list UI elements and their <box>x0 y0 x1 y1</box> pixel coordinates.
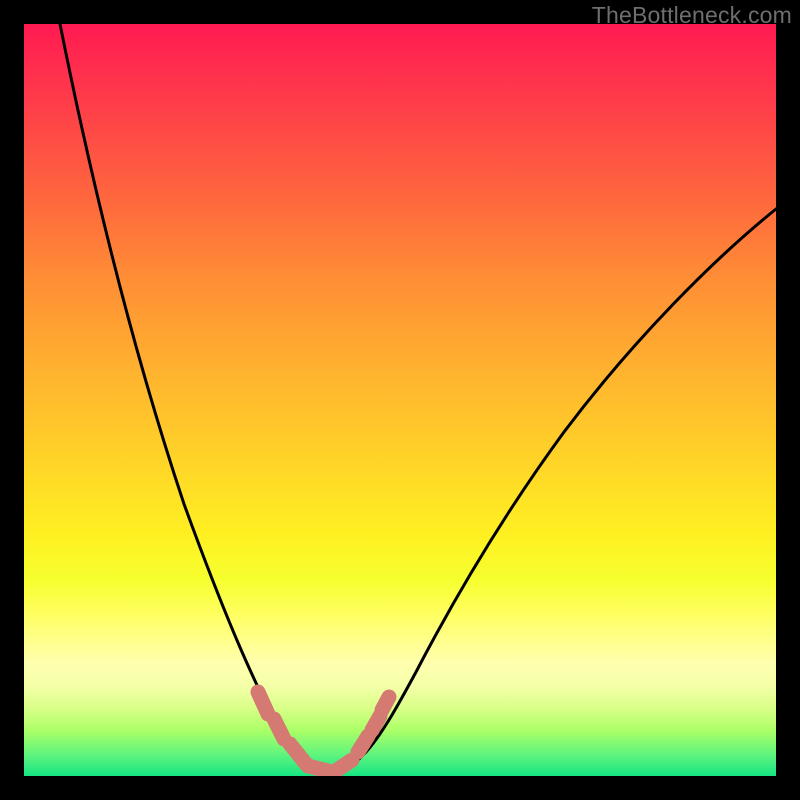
chart-frame: TheBottleneck.com <box>0 0 800 800</box>
highlight-band <box>258 692 389 772</box>
watermark-text: TheBottleneck.com <box>592 2 792 29</box>
curve-layer <box>24 24 776 776</box>
bottleneck-curve <box>60 24 776 773</box>
plot-area <box>24 24 776 776</box>
